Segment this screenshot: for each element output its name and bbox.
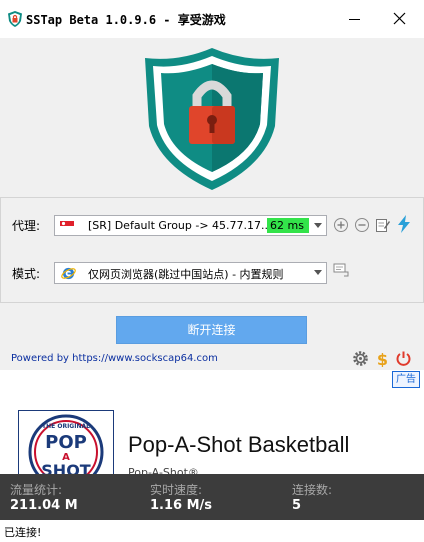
powered-by-link[interactable]: Powered by https://www.sockscap64.com xyxy=(11,353,218,364)
power-icon[interactable] xyxy=(395,350,412,367)
ad-subtitle: Pop-A-Shot® xyxy=(128,466,199,474)
title-bar[interactable]: SSTap Beta 1.0.9.6 - 享受游戏 xyxy=(0,0,424,38)
ad-title[interactable]: Pop-A-Shot Basketball xyxy=(128,432,349,458)
dollar-icon[interactable]: $ xyxy=(374,350,391,367)
connections-value: 5 xyxy=(292,498,302,513)
proxy-select[interactable]: [SR] Default Group -> 45.77.17... 62 ms xyxy=(54,215,327,236)
mode-select[interactable]: 仅网页浏览器(跳过中国站点) - 内置规则 xyxy=(54,262,327,284)
gear-icon[interactable] xyxy=(352,350,369,367)
stats-bar: 流量统计: 211.04 M 实时速度: 1.16 M/s 连接数: 5 xyxy=(0,474,424,520)
traffic-label: 流量统计: xyxy=(10,483,63,497)
browser-icon xyxy=(61,267,76,280)
chevron-down-icon xyxy=(314,270,322,275)
status-bar: 已连接! xyxy=(0,520,424,542)
connections-label: 连接数: xyxy=(292,483,333,497)
minus-icon xyxy=(358,224,366,226)
sstap-window: SSTap Beta 1.0.9.6 - 享受游戏 代理: [SR] Defau… xyxy=(0,0,424,542)
remove-proxy-button[interactable] xyxy=(355,218,369,232)
speed-label: 实时速度: xyxy=(150,483,203,497)
mode-value: 仅网页浏览器(跳过中国站点) - 内置规则 xyxy=(88,268,284,281)
app-shield-icon xyxy=(8,11,22,27)
logo-line1: POP xyxy=(45,432,87,453)
svg-text:$: $ xyxy=(377,350,388,367)
ad-banner[interactable]: 广告 THE ORIGINAL POP A SHOT Pop-A-Shot Ba… xyxy=(0,370,424,474)
close-button[interactable] xyxy=(377,0,423,38)
lightning-icon[interactable] xyxy=(397,215,411,233)
traffic-value: 211.04 M xyxy=(10,498,78,513)
logo-line3: SHOT xyxy=(41,461,91,474)
shield-area xyxy=(0,38,424,194)
speed-value: 1.16 M/s xyxy=(150,498,213,513)
singapore-flag-icon xyxy=(60,221,74,231)
rules-icon[interactable] xyxy=(333,263,349,277)
proxy-label: 代理: xyxy=(12,219,41,233)
ad-tag: 广告 xyxy=(392,371,420,388)
status-text: 已连接! xyxy=(4,526,42,539)
latency-badge: 62 ms xyxy=(267,218,309,233)
mode-label: 模式: xyxy=(12,267,41,281)
logo-top-text: THE ORIGINAL xyxy=(42,423,90,430)
plus-icon xyxy=(337,221,345,229)
proxy-value: [SR] Default Group -> 45.77.17... xyxy=(88,219,272,232)
shield-lock-icon xyxy=(145,48,279,190)
disconnect-button[interactable]: 断开连接 xyxy=(116,316,307,344)
add-proxy-button[interactable] xyxy=(334,218,348,232)
chevron-down-icon xyxy=(314,223,322,228)
minimize-button[interactable] xyxy=(331,0,377,38)
window-title: SSTap Beta 1.0.9.6 - 享受游戏 xyxy=(26,13,226,27)
edit-proxy-icon[interactable] xyxy=(375,217,391,233)
settings-panel: 代理: [SR] Default Group -> 45.77.17... 62… xyxy=(0,197,424,303)
pop-a-shot-logo: THE ORIGINAL POP A SHOT xyxy=(18,410,114,474)
close-icon xyxy=(393,12,406,25)
